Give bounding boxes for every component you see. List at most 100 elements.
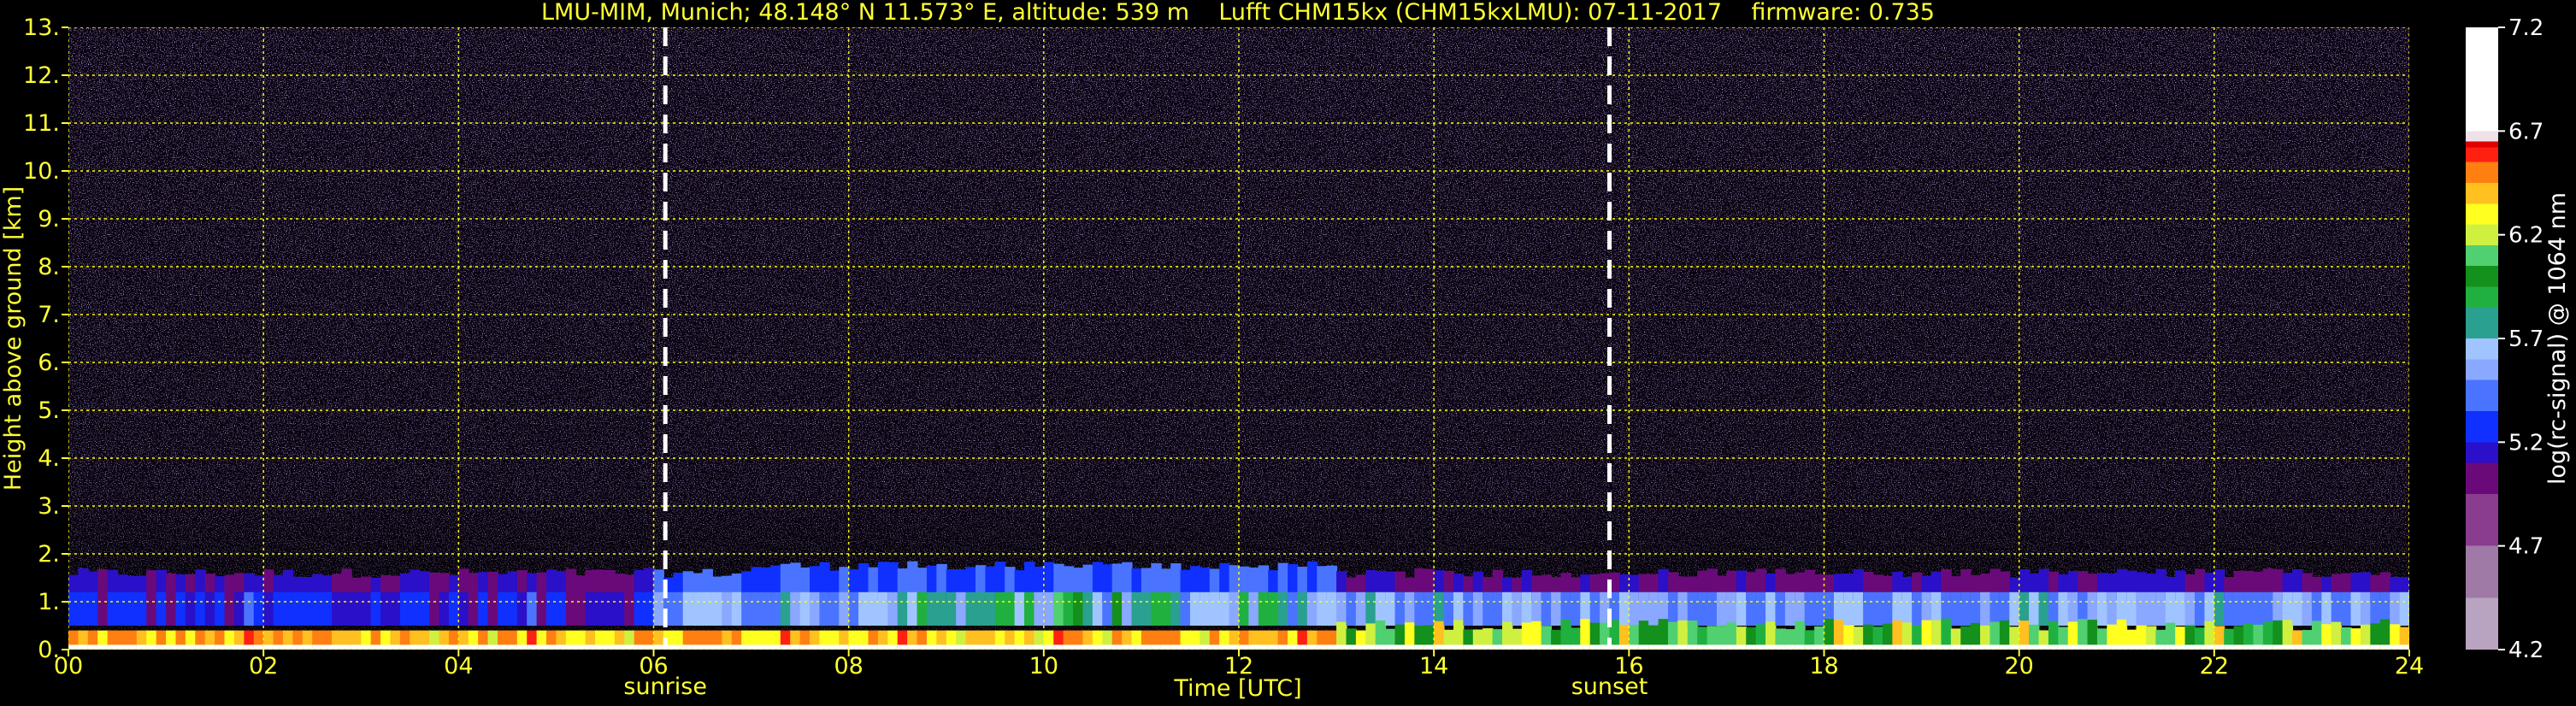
layer-cell [614,591,626,626]
layer-cell [215,644,226,650]
layer-cell [487,591,498,626]
colorbar-tick-label: 6.2 [2508,223,2544,249]
layer-cell [1531,644,1542,650]
layer-cell [1551,591,1562,626]
layer-cell [546,591,557,626]
layer-cell [1853,591,1865,626]
layer-cell [468,591,480,626]
layer-cell [1872,591,1883,626]
x-tick-label: 18 [1809,653,1838,680]
layer-cell [1288,644,1299,650]
layer-cell [2155,644,2166,650]
layer-cell [1989,591,2001,626]
layer-cell [302,591,314,626]
layer-cell [546,644,557,650]
layer-cell [263,644,274,650]
layer-cell [1736,591,1748,626]
layer-cell [2126,644,2137,650]
layer-cell [1453,644,1465,650]
layer-cell [1297,591,1308,626]
layer-cell [2058,591,2069,626]
layer-cell [312,591,323,626]
layer-cell [2213,644,2225,650]
layer-cell [1151,644,1162,650]
layer-cell [2029,591,2040,626]
layer-cell [1424,591,1435,626]
layer-cell [2253,644,2264,650]
layer-cell [175,591,186,626]
layer-cell [127,644,138,650]
layer-cell [604,644,616,650]
layer-cell [810,591,821,626]
layer-cell [731,591,743,626]
layer-cell [448,644,460,650]
layer-cell [1063,591,1075,626]
layer-cell [87,644,99,650]
layer-cell [1160,591,1172,626]
layer-cell [2224,591,2235,626]
layer-cell [1795,644,1806,650]
layer-cell [1960,591,1972,626]
layer-cell [2096,644,2108,650]
layer-cell [1082,591,1093,626]
layer-cell [2302,591,2313,626]
layer-cell [1531,591,1542,626]
layer-cell [1239,644,1250,650]
layer-cell [1102,644,1113,650]
layer-cell [2067,591,2079,626]
layer-cell [1385,644,1396,650]
layer-cell [1892,644,1903,650]
layer-cell [1073,591,1084,626]
layer-cell [819,644,830,650]
layer-cell [1375,644,1387,650]
y-tick-label: 9. [38,206,60,232]
layer-cell [2038,591,2049,626]
y-tick-label: 10. [23,158,60,185]
signal-layers [68,561,2409,650]
layer-cell [244,591,255,626]
layer-cell [233,591,245,626]
layer-cell [2224,644,2235,650]
layer-cell [1618,591,1630,626]
layer-cell [624,591,635,626]
layer-cell [1434,644,1445,650]
layer-cell [1570,644,1582,650]
layer-cell [361,644,372,650]
layer-cell [419,644,431,650]
layer-cell [195,591,206,626]
layer-cell [282,591,294,626]
layer-cell [1355,591,1367,626]
y-tick-label: 3. [38,493,60,520]
layer-cell [965,644,976,650]
layer-cell [2145,591,2157,626]
layer-cell [224,644,235,650]
layer-cell [1814,644,1825,650]
layer-cell [97,591,109,626]
layer-cell [332,591,343,626]
layer-cell [1277,644,1289,650]
layer-cell [1122,644,1133,650]
layer-cell [1980,591,1991,626]
layer-cell [770,591,781,626]
colorbar-tick-label: 7.2 [2508,15,2544,41]
layer-cell [839,591,850,626]
layer-cell [1629,591,1640,626]
layer-cell [858,591,869,626]
layer-cell [2350,644,2361,650]
layer-cell [321,644,333,650]
layer-cell [2009,591,2020,626]
layer-cell [975,644,987,650]
y-tick-label: 12. [23,62,60,89]
layer-cell [751,644,762,650]
layer-cell [1970,644,1982,650]
layer-cell [497,644,509,650]
layer-cell [2253,591,2264,626]
layer-cell [1502,644,1513,650]
layer-cell [185,591,197,626]
layer-cell [1755,644,1767,650]
layer-cell [2204,591,2215,626]
layer-cell [1560,644,1571,650]
layer-cell [790,644,801,650]
layer-cell [1082,644,1093,650]
layer-cell [673,591,684,626]
